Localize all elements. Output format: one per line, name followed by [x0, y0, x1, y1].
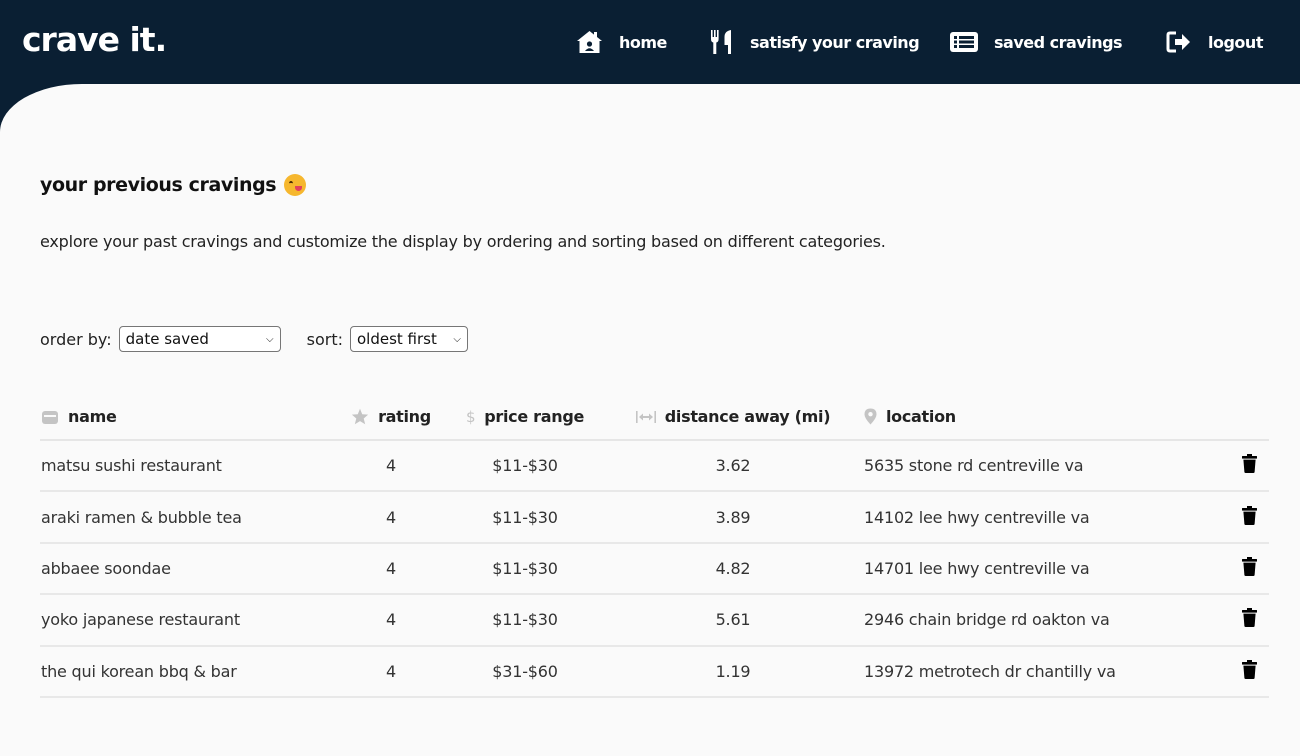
cell-delete	[1229, 594, 1269, 647]
store-icon	[42, 410, 58, 424]
cell-name[interactable]: the qui korean bbq & bar	[40, 645, 338, 698]
column-header-price[interactable]: $ price range	[444, 394, 606, 441]
map-pin-icon	[864, 408, 877, 425]
table-row: araki ramen & bubble tea 4 $11-$30 3.89 …	[40, 491, 1269, 544]
nav-saved-label: saved cravings	[994, 32, 1123, 52]
logout-icon	[1166, 31, 1190, 53]
chevron-down-icon: ⌵	[453, 333, 461, 345]
cell-distance: 1.19	[606, 645, 860, 698]
page-description: explore your past cravings and customize…	[40, 232, 886, 251]
home-icon	[577, 31, 602, 53]
order-sort-controls: order by: date saved ⌵ sort: oldest firs…	[40, 326, 468, 352]
cell-location: 5635 stone rd centreville va	[860, 440, 1229, 493]
cravings-table: name rating $ price range distance away …	[40, 394, 1269, 698]
table-row: abbaee soondae 4 $11-$30 4.82 14701 lee …	[40, 542, 1269, 596]
nav-logout-label: logout	[1208, 32, 1263, 52]
column-header-distance-label: distance away (mi)	[664, 407, 831, 426]
dollar-icon: $	[465, 407, 476, 426]
top-navbar: crave it. home satisfy your craving save…	[0, 0, 1300, 84]
table-row: matsu sushi restaurant 4 $11-$30 3.62 56…	[40, 440, 1269, 493]
cell-name[interactable]: abbaee soondae	[40, 542, 338, 596]
cell-distance: 3.62	[606, 440, 860, 493]
cell-rating: 4	[338, 542, 444, 596]
cell-location: 2946 chain bridge rd oakton va	[860, 594, 1229, 647]
nav-logout[interactable]: logout	[1166, 28, 1263, 56]
star-icon	[351, 408, 369, 425]
cell-name[interactable]: yoko japanese restaurant	[40, 594, 338, 647]
delete-button[interactable]	[1241, 454, 1257, 477]
cell-rating: 4	[338, 645, 444, 698]
delete-button[interactable]	[1241, 659, 1257, 683]
sort-select[interactable]: oldest first ⌵	[349, 326, 468, 352]
cell-price: $11-$30	[444, 542, 606, 596]
column-header-name-label: name	[68, 407, 117, 426]
trash-icon	[1241, 454, 1257, 474]
column-header-distance[interactable]: distance away (mi)	[606, 394, 860, 441]
cell-location: 13972 metrotech dr chantilly va	[860, 645, 1229, 698]
order-by-value: date saved	[125, 330, 209, 348]
cell-location: 14102 lee hwy centreville va	[860, 491, 1229, 544]
order-by-select[interactable]: date saved ⌵	[118, 326, 281, 352]
table-header-row: name rating $ price range distance away …	[40, 394, 1269, 441]
cell-rating: 4	[338, 594, 444, 647]
trash-icon	[1241, 659, 1257, 679]
cell-rating: 4	[338, 491, 444, 544]
column-header-price-label: price range	[484, 407, 585, 426]
cell-rating: 4	[338, 440, 444, 493]
cell-name[interactable]: matsu sushi restaurant	[40, 440, 338, 493]
cell-delete	[1229, 440, 1269, 493]
nav-home[interactable]: home	[576, 28, 667, 56]
cell-distance: 3.89	[606, 491, 860, 544]
delete-button[interactable]	[1241, 556, 1257, 580]
nav-satisfy-label: satisfy your craving	[750, 32, 920, 52]
trash-icon	[1241, 505, 1257, 525]
delete-button[interactable]	[1241, 505, 1257, 529]
page-title-row: your previous cravings	[40, 174, 307, 196]
utensils-icon	[711, 30, 731, 54]
cell-price: $11-$30	[444, 491, 606, 544]
nav-home-label: home	[619, 32, 667, 52]
nav-saved-cravings[interactable]: saved cravings	[950, 28, 1123, 56]
cell-delete	[1229, 645, 1269, 698]
cell-location: 14701 lee hwy centreville va	[860, 542, 1229, 596]
chevron-down-icon: ⌵	[266, 333, 274, 345]
list-icon	[950, 32, 978, 52]
column-header-name[interactable]: name	[40, 394, 338, 441]
delete-button[interactable]	[1241, 608, 1257, 631]
brand-logo[interactable]: crave it.	[22, 20, 167, 59]
sort-value: oldest first	[356, 330, 437, 348]
cell-distance: 4.82	[606, 542, 860, 596]
yum-face-emoji	[284, 174, 307, 196]
nav-satisfy-craving[interactable]: satisfy your craving	[710, 28, 920, 56]
table-row: yoko japanese restaurant 4 $11-$30 5.61 …	[40, 594, 1269, 647]
cell-price: $11-$30	[444, 440, 606, 493]
cell-delete	[1229, 491, 1269, 544]
cell-delete	[1229, 542, 1269, 596]
order-by-label: order by:	[40, 329, 112, 349]
main-content: your previous cravings explore your past…	[0, 84, 1300, 756]
trash-icon	[1241, 556, 1257, 576]
column-header-rating[interactable]: rating	[338, 394, 444, 441]
column-header-actions	[1229, 394, 1269, 441]
table-row: the qui korean bbq & bar 4 $31-$60 1.19 …	[40, 645, 1269, 698]
page-title: your previous cravings	[40, 174, 277, 196]
trash-icon	[1241, 608, 1257, 628]
cell-price: $11-$30	[444, 594, 606, 647]
cell-price: $31-$60	[444, 645, 606, 698]
column-header-rating-label: rating	[378, 407, 431, 426]
distance-arrows-icon	[635, 410, 656, 423]
column-header-location-label: location	[886, 407, 956, 426]
sort-label: sort:	[306, 329, 343, 349]
cell-distance: 5.61	[606, 594, 860, 647]
column-header-location[interactable]: location	[860, 394, 1229, 441]
cell-name[interactable]: araki ramen & bubble tea	[40, 491, 338, 544]
